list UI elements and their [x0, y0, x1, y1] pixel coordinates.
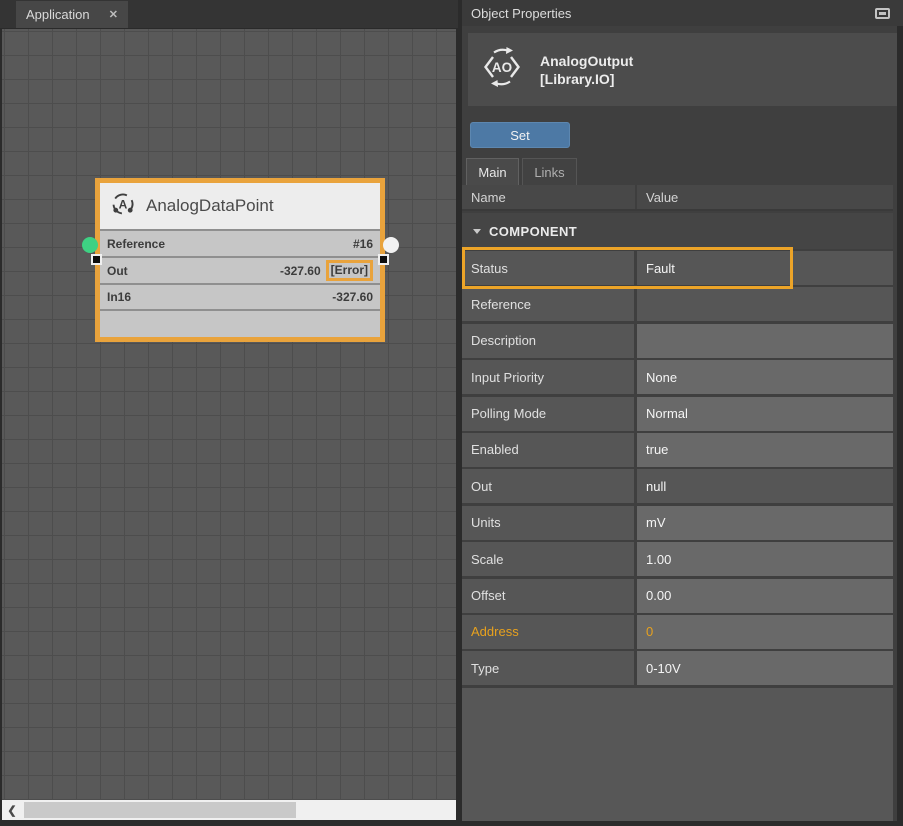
property-row-out[interactable]: Out null	[462, 469, 893, 503]
column-name-label: Name	[462, 190, 635, 205]
section-component[interactable]: COMPONENT	[462, 213, 893, 249]
property-value: None	[646, 370, 677, 385]
pin-label: Out	[107, 264, 128, 278]
block-row-empty	[100, 311, 380, 337]
collapse-icon[interactable]	[473, 229, 481, 234]
svg-text:AO: AO	[492, 60, 512, 75]
property-row-offset[interactable]: Offset 0.00	[462, 579, 893, 613]
property-value: Fault	[646, 261, 675, 276]
dock-window-icon-inner	[879, 12, 886, 15]
pin-label: Reference	[107, 237, 165, 251]
property-name: Scale	[471, 552, 504, 567]
property-name: Address	[471, 624, 519, 639]
canvas-pane: Application ✕ A AnalogDataPoint	[0, 0, 458, 826]
close-icon[interactable]: ✕	[109, 8, 118, 21]
property-name: Reference	[471, 297, 531, 312]
horizontal-scrollbar[interactable]: ❮	[2, 800, 456, 820]
table-empty-area	[462, 688, 893, 821]
property-name: Type	[471, 661, 499, 676]
block-pin-out[interactable]: Out -327.60 [Error]	[100, 258, 380, 283]
block-title: AnalogDataPoint	[146, 196, 274, 216]
object-library: [Library.IO]	[540, 70, 633, 88]
analog-output-icon: AO	[480, 45, 524, 94]
block-header: A AnalogDataPoint	[100, 183, 380, 229]
property-value: 0.00	[646, 588, 671, 603]
section-label: COMPONENT	[489, 224, 577, 239]
property-name: Polling Mode	[471, 406, 546, 421]
panel-bottom-edge	[462, 821, 903, 826]
property-row-description[interactable]: Description	[462, 324, 893, 358]
property-value: true	[646, 442, 668, 457]
svg-text:A: A	[119, 197, 128, 211]
property-row-polling-mode[interactable]: Polling Mode Normal	[462, 397, 893, 431]
property-name: Units	[471, 515, 501, 530]
property-row-scale[interactable]: Scale 1.00	[462, 542, 893, 576]
block-pin-in16[interactable]: In16 -327.60	[100, 285, 380, 309]
property-row-input-priority[interactable]: Input Priority None	[462, 360, 893, 394]
property-name: Enabled	[471, 442, 519, 457]
property-row-status[interactable]: Status Fault	[462, 251, 893, 285]
property-value: null	[646, 479, 666, 494]
output-port-white[interactable]	[383, 237, 399, 253]
property-name: Out	[471, 479, 492, 494]
table-column-header: Name Value	[462, 185, 893, 211]
property-value: 0-10V	[646, 661, 681, 676]
property-name: Status	[471, 261, 508, 276]
scrollbar-thumb[interactable]	[24, 802, 296, 818]
pin-value: -327.60	[332, 290, 373, 304]
tab-application[interactable]: Application ✕	[16, 1, 128, 28]
object-header-card: AO AnalogOutput [Library.IO]	[468, 33, 897, 106]
app-window: Application ✕ A AnalogDataPoint	[0, 0, 903, 826]
property-name: Description	[471, 333, 536, 348]
property-name: Input Priority	[471, 370, 544, 385]
property-row-address[interactable]: Address 0	[462, 615, 893, 649]
property-row-enabled[interactable]: Enabled true	[462, 433, 893, 467]
pin-value: #16	[353, 237, 373, 251]
property-row-type[interactable]: Type 0-10V	[462, 651, 893, 685]
column-value-label: Value	[637, 190, 678, 205]
set-button[interactable]: Set	[470, 122, 570, 148]
resize-handle-right[interactable]	[378, 254, 389, 265]
resize-handle-left[interactable]	[91, 254, 102, 265]
tab-main[interactable]: Main	[466, 158, 519, 185]
design-canvas[interactable]: A AnalogDataPoint Reference #16 Out -327…	[2, 28, 456, 800]
panel-right-edge	[897, 26, 903, 826]
tab-links[interactable]: Links	[522, 158, 577, 185]
panel-title: Object Properties	[471, 6, 571, 21]
analog-datapoint-icon: A	[110, 191, 136, 222]
property-value: Normal	[646, 406, 688, 421]
property-row-units[interactable]: Units mV	[462, 506, 893, 540]
analog-datapoint-block[interactable]: A AnalogDataPoint Reference #16 Out -327…	[95, 178, 385, 342]
panel-titlebar: Object Properties	[462, 0, 903, 26]
property-value: 1.00	[646, 552, 671, 567]
property-name: Offset	[471, 588, 505, 603]
dock-window-icon[interactable]	[875, 8, 890, 19]
pin-value: -327.60	[280, 264, 321, 278]
property-value: 0	[646, 624, 653, 639]
block-pin-reference[interactable]: Reference #16	[100, 231, 380, 256]
property-rows: Status Fault Reference Description Input…	[462, 251, 893, 685]
object-properties-panel: Object Properties AO AnalogOutput [	[462, 0, 903, 826]
property-value: mV	[646, 515, 666, 530]
object-name: AnalogOutput	[540, 52, 633, 70]
scroll-left-icon[interactable]: ❮	[2, 800, 22, 820]
error-badge: [Error]	[326, 260, 373, 281]
property-row-reference[interactable]: Reference	[462, 287, 893, 321]
tab-application-label: Application	[26, 7, 101, 22]
pin-label: In16	[107, 290, 131, 304]
canvas-tabbar: Application ✕	[0, 0, 458, 28]
input-port-green[interactable]	[82, 237, 98, 253]
